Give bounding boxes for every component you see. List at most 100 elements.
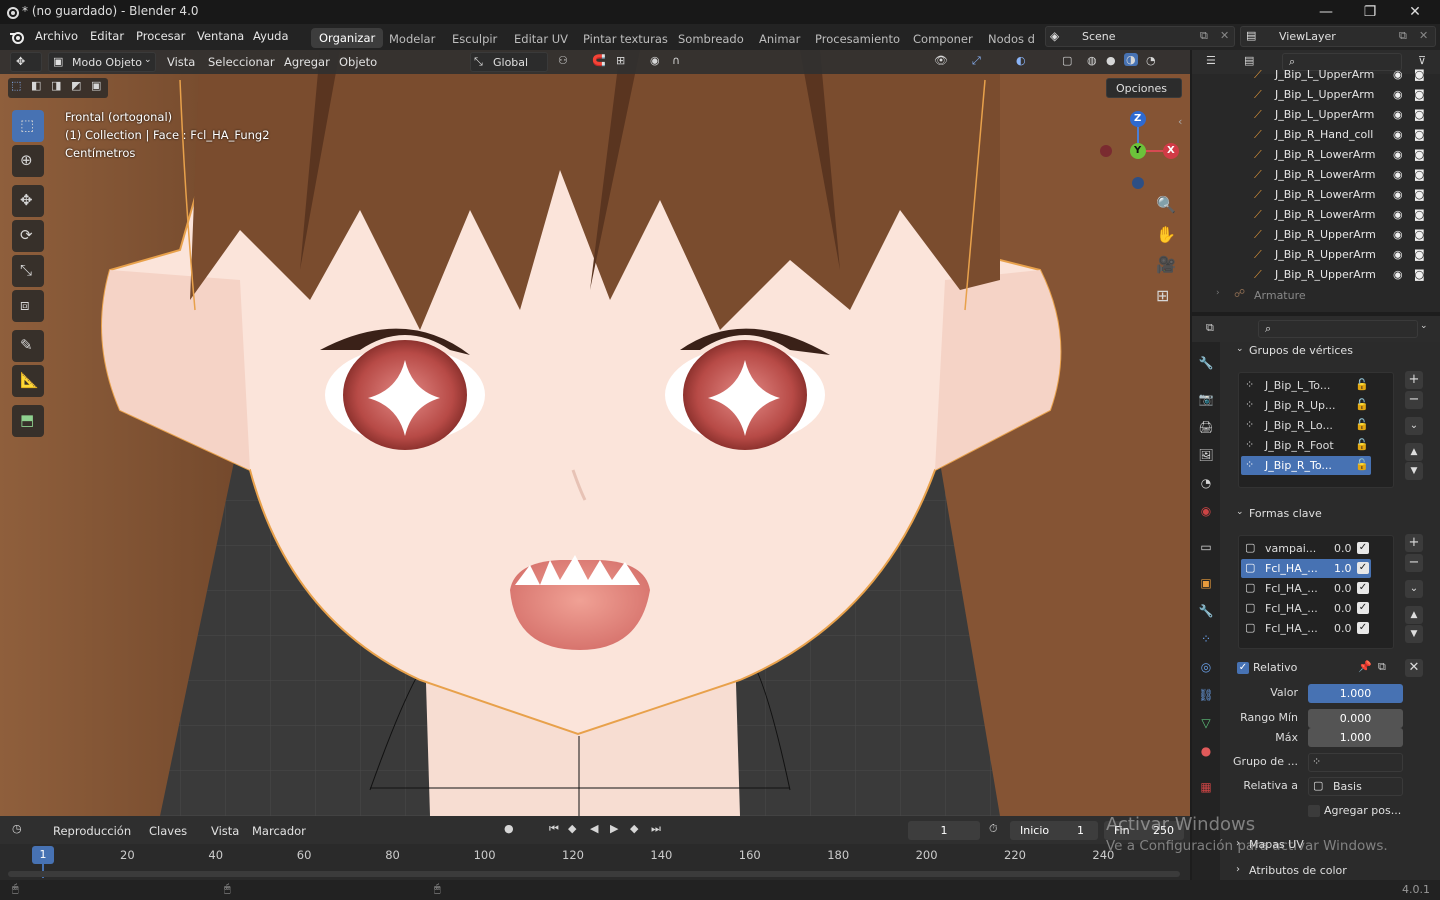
menu-seleccionar[interactable]: Seleccionar — [208, 55, 275, 69]
material-tab-icon[interactable]: ● — [1198, 744, 1214, 760]
viewport-3d[interactable]: ✥ ▣ Modo Objeto ⌄ Vista Seleccionar Agre… — [0, 50, 1190, 816]
playhead-frame[interactable]: 1 — [32, 846, 54, 864]
chevron-down-icon[interactable]: ⌄ — [1420, 321, 1428, 331]
solid-shading-icon[interactable]: ● — [1106, 54, 1116, 67]
view-layer-tab-icon[interactable]: 🖼 — [1198, 448, 1214, 464]
outliner[interactable]: ☰ ▤ ⌕ ⊽ ⟋ J_Bip_L_UpperArm ◉ ◙ ⟋ J_Bip_L_Uppe… — [1192, 50, 1440, 312]
shape-key-checkbox[interactable]: ✓ — [1357, 622, 1369, 634]
properties-editor-icon[interactable]: ⧉ — [1206, 321, 1214, 335]
armature-row[interactable]: › ☍ Armature — [1192, 285, 1440, 305]
vertex-group-item[interactable]: ⁘ J_Bip_R_Foot 🔓 — [1241, 436, 1371, 455]
select-subtract-icon[interactable]: ◨ — [51, 79, 61, 92]
shape-key-item[interactable]: ▢ vampai... 0.0 ✓ — [1241, 539, 1371, 558]
pan-hand-icon[interactable]: ✋ — [1156, 225, 1176, 244]
shape-key-specials-button[interactable]: ⌄ — [1405, 580, 1423, 598]
outliner-bone-row[interactable]: ⟋ J_Bip_R_UpperArm ◉ ◙ — [1192, 245, 1440, 265]
timeline-scrollbar[interactable] — [8, 871, 1180, 877]
outliner-bone-row[interactable]: ⟋ J_Bip_R_LowerArm ◉ ◙ — [1192, 145, 1440, 165]
record-icon[interactable]: ● — [504, 822, 514, 835]
shape-key-checkbox[interactable]: ✓ — [1357, 562, 1369, 574]
lock-icon[interactable]: 🔓 — [1355, 438, 1369, 451]
select-intersect-icon[interactable]: ▣ — [91, 79, 101, 92]
tab-animar[interactable]: Animar — [759, 32, 800, 46]
shape-key-checkbox[interactable]: ✓ — [1357, 602, 1369, 614]
play-reverse-icon[interactable]: ◀ — [590, 822, 598, 835]
outliner-bone-row[interactable]: ⟋ J_Bip_L_UpperArm ◉ ◙ — [1192, 105, 1440, 125]
outliner-bone-row[interactable]: ⟋ J_Bip_R_LowerArm ◉ ◙ — [1192, 165, 1440, 185]
outliner-bone-row[interactable]: ⟋ J_Bip_R_LowerArm ◉ ◙ — [1192, 205, 1440, 225]
shape-key-item[interactable]: ▢ Fcl_HA_... 0.0 ✓ — [1241, 599, 1371, 618]
vertex-group-item[interactable]: ⁘ J_Bip_R_Lo... 🔓 — [1241, 416, 1371, 435]
zoom-icon[interactable]: 🔍 — [1156, 195, 1176, 214]
vertex-group-field[interactable]: ⁘ — [1308, 753, 1403, 772]
menu-archivo[interactable]: Archivo — [35, 29, 78, 43]
shape-key-item[interactable]: ▢ Fcl_HA_... 0.0 ✓ — [1241, 579, 1371, 598]
add-shape-key-button[interactable]: + — [1405, 534, 1423, 552]
ortho-grid-icon[interactable]: ⊞ — [1156, 286, 1169, 305]
render-tab-icon[interactable]: 📷 — [1198, 392, 1214, 408]
lock-icon[interactable]: 🔓 — [1355, 378, 1369, 391]
collapse-shape-keys-icon[interactable]: ⌄ — [1236, 507, 1244, 517]
maximize-button[interactable]: ❐ — [1350, 2, 1390, 22]
remove-viewlayer-icon[interactable]: ✕ — [1419, 29, 1428, 42]
move-tool[interactable]: ✥ — [12, 185, 44, 217]
tab-pintar-texturas[interactable]: Pintar texturas — [583, 32, 668, 46]
mode-selector[interactable]: ▣ Modo Objeto ⌄ — [48, 52, 156, 72]
prev-keyframe-icon[interactable]: ◆ — [568, 822, 576, 835]
remove-scene-icon[interactable]: ✕ — [1220, 29, 1229, 42]
camera-render-icon[interactable]: ◙ — [1414, 208, 1425, 221]
add-vertex-group-button[interactable]: + — [1405, 371, 1423, 389]
outliner-bone-row[interactable]: ⟋ J_Bip_L_UpperArm ◉ ◙ — [1192, 85, 1440, 105]
edit-mode-icon[interactable]: ⧉ — [1378, 660, 1386, 674]
move-up-button[interactable]: ▲ — [1405, 443, 1423, 461]
shape-keys-title[interactable]: Formas clave — [1249, 507, 1322, 520]
jump-start-icon[interactable]: ⏮ — [549, 822, 559, 836]
vertex-groups-list[interactable]: ⁘ J_Bip_L_To... 🔓 ⁘ J_Bip_R_Up... 🔓 ⁘ J_Bip_R_L… — [1238, 372, 1394, 488]
eye-icon[interactable]: ◉ — [1393, 68, 1403, 81]
pin-icon[interactable]: 📌 — [1358, 660, 1372, 673]
eye-icon[interactable]: ◉ — [1393, 88, 1403, 101]
measure-tool[interactable]: 📐 — [12, 365, 44, 397]
shape-key-value[interactable]: 1.0 — [1334, 562, 1352, 575]
constraints-tab-icon[interactable]: ⛓ — [1198, 688, 1214, 704]
viewlayer-selector[interactable]: ▤ ViewLayer ⧉ ✕ — [1240, 26, 1436, 47]
expand-color-attr-icon[interactable]: › — [1236, 864, 1240, 875]
select-new-icon[interactable]: ⬚ — [11, 79, 21, 92]
selection-mode-buttons[interactable]: ⬚ ◧ ◨ ◩ ▣ — [8, 78, 108, 98]
rendered-shading-icon[interactable]: ◔ — [1146, 54, 1156, 67]
lock-icon[interactable]: 🔓 — [1355, 398, 1369, 411]
play-icon[interactable]: ▶ — [610, 822, 618, 835]
shape-key-item[interactable]: ▢ Fcl_HA_... 0.0 ✓ — [1241, 619, 1371, 638]
tab-nodos[interactable]: Nodos d — [988, 32, 1035, 46]
particles-tab-icon[interactable]: ⁘ — [1198, 632, 1214, 648]
cursor-tool[interactable]: ⊕ — [12, 145, 44, 177]
outliner-bone-row[interactable]: ⟋ J_Bip_R_Hand_coll ◉ ◙ — [1192, 125, 1440, 145]
falloff-icon[interactable]: ∩ — [672, 54, 680, 67]
vertex-group-item[interactable]: ⁘ J_Bip_L_To... 🔓 — [1241, 376, 1371, 395]
start-frame-field[interactable]: Inicio 1 — [1010, 821, 1098, 840]
menu-reproduccion[interactable]: Reproducción — [53, 824, 131, 838]
move-down-button[interactable]: ▼ — [1405, 462, 1423, 480]
color-attributes-title[interactable]: Atributos de color — [1249, 864, 1347, 877]
timeline-editor-icon[interactable]: ◷ — [12, 822, 22, 835]
data-tab-icon[interactable]: ▽ — [1198, 716, 1214, 732]
shape-move-up-button[interactable]: ▲ — [1405, 606, 1423, 624]
camera-render-icon[interactable]: ◙ — [1414, 68, 1425, 81]
add-cube-tool[interactable]: ⬒ — [12, 405, 44, 437]
viewport-scene[interactable] — [0, 50, 1190, 816]
select-box-tool[interactable]: ⬚ — [12, 110, 44, 142]
lock-icon[interactable]: 🔓 — [1355, 458, 1369, 471]
wireframe-shading-icon[interactable]: ◍ — [1087, 54, 1097, 67]
next-keyframe-icon[interactable]: ◆ — [630, 822, 638, 835]
camera-icon[interactable]: 🎥 — [1156, 255, 1176, 274]
shape-key-value[interactable]: 0.0 — [1334, 602, 1352, 615]
scene-selector[interactable]: ◈ Scene ⧉ ✕ — [1045, 26, 1235, 47]
transform-tool[interactable]: ⧈ — [12, 290, 44, 322]
annotate-tool[interactable]: ✎ — [12, 330, 44, 362]
scene-tab-icon[interactable]: ◔ — [1198, 476, 1214, 492]
camera-render-icon[interactable]: ◙ — [1414, 108, 1425, 121]
eye-icon[interactable]: ◉ — [1393, 248, 1403, 261]
gizmo-icon[interactable]: ⤢ — [972, 54, 981, 68]
menu-claves[interactable]: Claves — [149, 824, 187, 838]
new-scene-icon[interactable]: ⧉ — [1200, 29, 1208, 43]
